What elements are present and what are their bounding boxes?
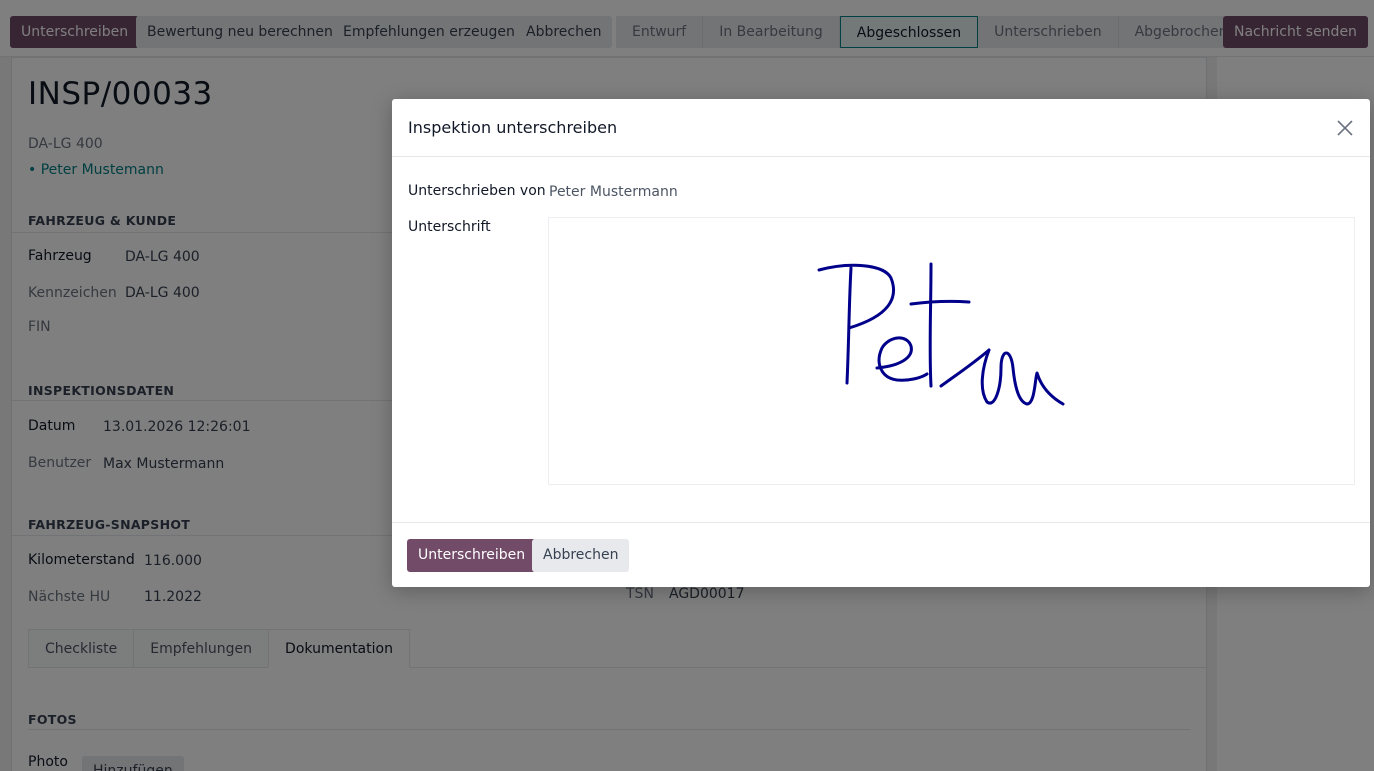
dialog-title: Inspektion unterschreiben bbox=[408, 118, 618, 137]
confirm-sign-button[interactable]: Unterschreiben bbox=[407, 539, 537, 572]
signed-by-label: Unterschrieben von bbox=[408, 183, 546, 199]
signed-by-value: Peter Mustermann bbox=[549, 184, 678, 200]
dialog-cancel-button[interactable]: Abbrechen bbox=[532, 539, 630, 572]
signature-drawing bbox=[817, 262, 1065, 406]
signature-pad[interactable] bbox=[548, 217, 1355, 485]
dialog-header: Inspektion unterschreiben bbox=[392, 99, 1370, 157]
close-icon[interactable] bbox=[1334, 117, 1356, 139]
signature-label: Unterschrift bbox=[408, 219, 491, 235]
dialog-body: Unterschrieben von Peter Mustermann Unte… bbox=[392, 157, 1370, 522]
dialog-footer: Unterschreiben Abbrechen bbox=[392, 522, 1370, 587]
sign-inspection-dialog: Inspektion unterschreiben Unterschrieben… bbox=[392, 99, 1370, 587]
